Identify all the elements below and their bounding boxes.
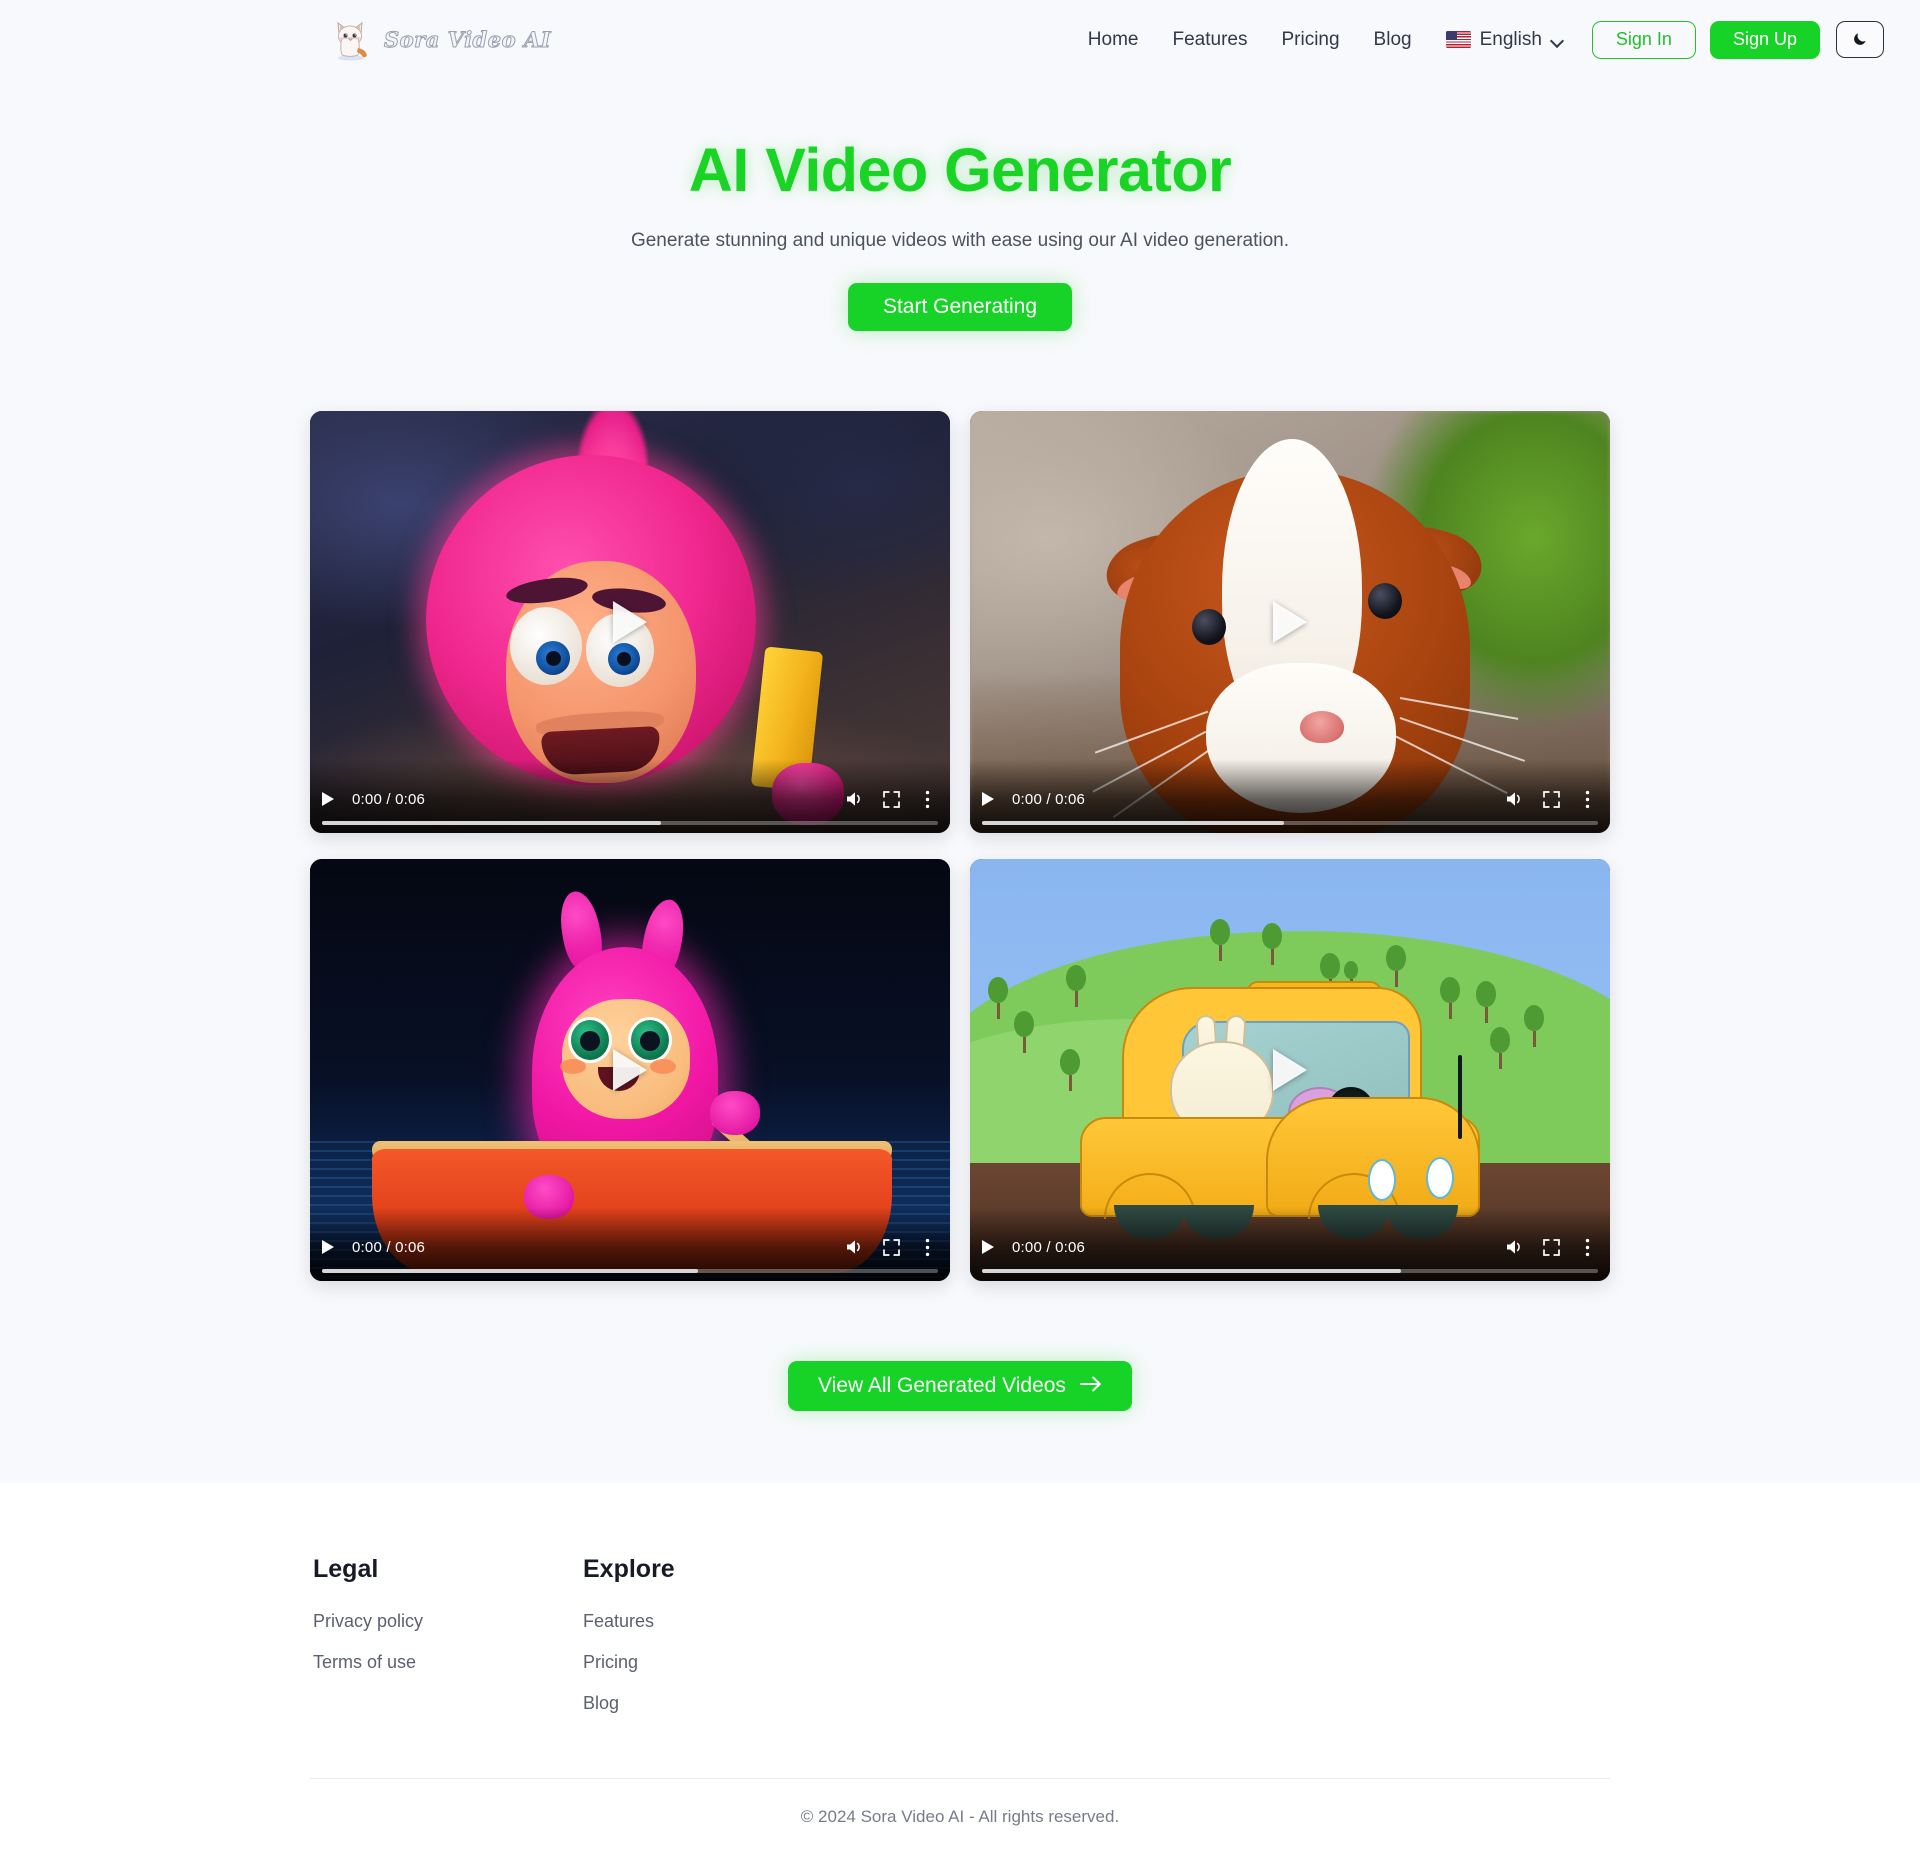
video-progress-bar[interactable] [982, 1269, 1598, 1274]
video-card-guinea-pig-closeup[interactable]: 0:00 / 0:06 [970, 411, 1610, 834]
footer-heading-legal: Legal [313, 1555, 379, 1584]
view-all-label: View All Generated Videos [818, 1374, 1066, 1398]
volume-icon[interactable] [1504, 788, 1526, 810]
volume-icon[interactable] [844, 788, 866, 810]
brand-logo-link[interactable]: Sora Video AI [332, 18, 551, 62]
cat-logo-icon [332, 18, 370, 62]
site-header: Sora Video AI Home Features Pricing Blog… [0, 0, 1920, 79]
play-icon[interactable] [322, 1239, 338, 1255]
video-progress-bar[interactable] [322, 821, 938, 826]
volume-icon[interactable] [844, 1236, 866, 1258]
footer-copyright: © 2024 Sora Video AI - All rights reserv… [800, 1807, 1120, 1827]
video-time-display: 0:00 / 0:06 [1012, 790, 1086, 808]
chevron-down-icon [1551, 36, 1564, 44]
footer-link-blog[interactable]: Blog [583, 1693, 853, 1714]
video-controls: 0:00 / 0:06 [970, 1207, 1610, 1282]
fullscreen-icon[interactable] [1540, 1236, 1562, 1258]
video-controls: 0:00 / 0:06 [310, 759, 950, 834]
more-options-icon[interactable] [916, 1236, 938, 1258]
main-content: AI Video Generator Generate stunning and… [0, 79, 1920, 1484]
video-progress-bar[interactable] [322, 1269, 938, 1274]
video-time-display: 0:00 / 0:06 [1012, 1238, 1086, 1256]
more-options-icon[interactable] [916, 788, 938, 810]
video-gallery: 0:00 / 0:06 0:00 / 0:06 0:00 / 0:06 0:00… [310, 411, 1610, 1282]
video-progress-fill [322, 821, 661, 826]
footer-heading-explore: Explore [583, 1555, 675, 1584]
volume-icon[interactable] [1504, 1236, 1526, 1258]
moon-icon [1852, 30, 1869, 50]
language-label: English [1479, 28, 1542, 50]
start-generating-button[interactable]: Start Generating [847, 283, 1073, 332]
video-progress-fill [982, 821, 1284, 826]
video-card-cartoon-bunny-driving-yellow-car[interactable]: 0:00 / 0:06 [970, 859, 1610, 1282]
fullscreen-icon[interactable] [880, 788, 902, 810]
more-options-icon[interactable] [1576, 1236, 1598, 1258]
nav-link-pricing[interactable]: Pricing [1281, 29, 1339, 51]
play-icon[interactable] [322, 791, 338, 807]
brand-name: Sora Video AI [383, 27, 552, 53]
site-footer: Legal Privacy policy Terms of use Explor… [0, 1483, 1920, 1851]
video-card-pink-fluffy-monster-with-cheese[interactable]: 0:00 / 0:06 [310, 411, 950, 834]
hero-subtitle: Generate stunning and unique videos with… [630, 230, 1290, 252]
hero-section: AI Video Generator Generate stunning and… [0, 135, 1920, 332]
video-progress-bar[interactable] [982, 821, 1598, 826]
theme-toggle-button[interactable] [1836, 21, 1884, 58]
page-title: AI Video Generator [688, 136, 1232, 204]
video-progress-fill [982, 1269, 1401, 1274]
nav-link-features[interactable]: Features [1172, 29, 1247, 51]
footer-link-features[interactable]: Features [583, 1611, 853, 1632]
footer-link-pricing[interactable]: Pricing [583, 1652, 853, 1673]
arrow-right-icon [1079, 1374, 1102, 1398]
sign-in-button[interactable]: Sign In [1591, 20, 1696, 59]
video-progress-fill [322, 1269, 698, 1274]
main-navigation: Home Features Pricing Blog English Sign … [1088, 20, 1884, 59]
more-options-icon[interactable] [1576, 788, 1598, 810]
video-time-display: 0:00 / 0:06 [352, 1238, 426, 1256]
sign-up-button[interactable]: Sign Up [1709, 20, 1820, 59]
video-card-pink-monster-rowing-boat[interactable]: 0:00 / 0:06 [310, 859, 950, 1282]
footer-link-privacy-policy[interactable]: Privacy policy [313, 1611, 583, 1632]
view-all-generated-videos-button[interactable]: View All Generated Videos [788, 1361, 1132, 1412]
play-icon[interactable] [982, 791, 998, 807]
video-controls: 0:00 / 0:06 [970, 759, 1610, 834]
fullscreen-icon[interactable] [880, 1236, 902, 1258]
play-icon[interactable] [982, 1239, 998, 1255]
us-flag-icon [1445, 31, 1471, 48]
language-selector[interactable]: English [1445, 28, 1564, 51]
footer-link-terms-of-use[interactable]: Terms of use [313, 1652, 583, 1673]
nav-link-home[interactable]: Home [1088, 29, 1139, 51]
video-time-display: 0:00 / 0:06 [352, 790, 426, 808]
fullscreen-icon[interactable] [1540, 788, 1562, 810]
footer-column-explore: Explore Features Pricing Blog [583, 1555, 853, 1734]
nav-link-blog[interactable]: Blog [1374, 29, 1412, 51]
view-all-section: View All Generated Videos [0, 1361, 1920, 1412]
video-controls: 0:00 / 0:06 [310, 1207, 950, 1282]
footer-column-legal: Legal Privacy policy Terms of use [313, 1555, 583, 1734]
